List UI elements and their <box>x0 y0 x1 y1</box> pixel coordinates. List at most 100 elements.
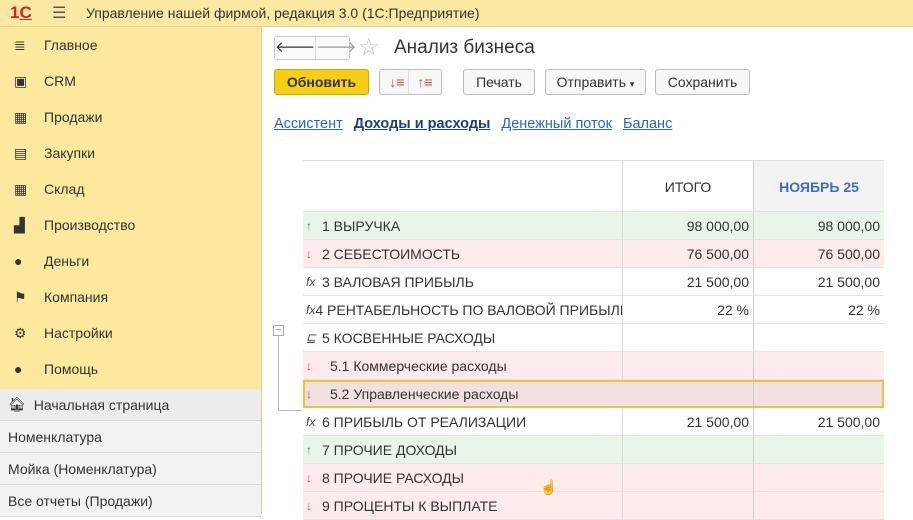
table-row[interactable]: fx 4 РЕНТАБЕЛЬНОСТЬ ПО ВАЛОВОЙ ПРИБЫЛИ 22 … <box>303 296 884 324</box>
forward-arrow-icon[interactable]: 🡒 <box>315 37 356 59</box>
november-cell[interactable] <box>753 380 884 407</box>
total-cell[interactable]: 76 500,00 <box>622 240 753 267</box>
page-title: Анализ бизнеса <box>394 37 535 58</box>
november-cell[interactable]: 21 500,00 <box>753 268 884 295</box>
open-window-item[interactable]: 🏠︎ Начальная страница <box>0 389 261 421</box>
total-cell[interactable] <box>622 380 753 407</box>
favorite-star-icon[interactable]: ☆ <box>358 33 380 62</box>
table-row[interactable]: ↓ 2 СЕБЕСТОИМОСТЬ 76 500,00 76 500,00 <box>303 240 884 268</box>
table-row[interactable]: ↓ 5.1 Коммерческие расходы <box>303 352 884 380</box>
tab-link[interactable]: Баланс <box>623 116 672 132</box>
sidebar-item[interactable]: ● Деньги <box>0 243 261 279</box>
sort-ascending-icon[interactable]: ↑≡ <box>408 69 442 95</box>
back-arrow-icon[interactable]: 🡐 <box>275 37 315 59</box>
total-cell[interactable]: 21 500,00 <box>622 408 753 435</box>
money-icon: ● <box>14 253 23 269</box>
table-row[interactable]: ↑ 7 ПРОЧИЕ ДОХОДЫ <box>303 436 884 464</box>
cart-icon: ▤ <box>14 144 28 161</box>
sidebar-item-label: Настройки <box>44 325 113 341</box>
help-icon: ● <box>14 361 23 377</box>
sidebar-item-label: Производство <box>44 217 136 233</box>
header-total[interactable]: ИТОГО <box>622 161 753 211</box>
list-icon: ≣ <box>14 36 26 53</box>
main-panel: 🡐 🡒 ☆ Анализ бизнеса Обновить ↓≡ ↑≡ Печа… <box>262 27 913 520</box>
tab-link[interactable]: Денежный поток <box>501 116 612 132</box>
total-cell[interactable] <box>622 492 753 519</box>
send-button[interactable]: Отправить ▾ <box>545 69 646 95</box>
table-row[interactable]: fx 3 ВАЛОВАЯ ПРИБЫЛЬ 21 500,00 21 500,00 <box>303 268 884 296</box>
sidebar: ≣ Главное ▣ CRM ▦ Продажи ▤ Закупки ▦ Склад ▟ Произ… <box>0 27 262 517</box>
table-row[interactable]: fx 6 ПРИБЫЛЬ ОТ РЕАЛИЗАЦИИ 21 500,00 21 500… <box>303 408 884 436</box>
open-windows-list: 🏠︎ Начальная страница Номенклатура Мойка (Н… <box>0 389 261 517</box>
tab-link[interactable]: Ассистент <box>274 116 343 132</box>
home-icon: 🏠︎ <box>8 396 26 412</box>
total-cell[interactable] <box>622 352 753 379</box>
menu-icon[interactable]: ☰ <box>52 3 80 23</box>
window-label: Номенклатура <box>8 428 102 445</box>
arrow-down-icon: ↓ <box>306 358 312 373</box>
sidebar-item[interactable]: ▤ Закупки <box>0 135 261 171</box>
table-row[interactable]: ↓ 9 ПРОЦЕНТЫ К ВЫПЛАТЕ <box>303 492 884 520</box>
save-button[interactable]: Сохранить <box>655 69 750 95</box>
arrow-up-icon: ↑ <box>306 218 312 233</box>
row-label: 7 ПРОЧИЕ ДОХОДЫ <box>322 441 458 458</box>
november-cell[interactable] <box>753 436 884 463</box>
total-cell[interactable]: 21 500,00 <box>622 268 753 295</box>
table-row[interactable]: ↓ 5.2 Управленческие расходы <box>303 380 884 408</box>
group-sum-icon: ⊑ <box>306 330 317 345</box>
sidebar-item[interactable]: ▣ CRM <box>0 63 261 99</box>
dropdown-icon: ▾ <box>629 79 635 89</box>
november-cell[interactable] <box>753 324 884 351</box>
refresh-button[interactable]: Обновить <box>274 69 369 95</box>
total-cell[interactable] <box>622 464 753 491</box>
window-label: Все отчеты (Продажи) <box>8 492 153 509</box>
print-button[interactable]: Печать <box>463 69 535 95</box>
header-november[interactable]: НОЯБРЬ 25 <box>753 161 884 211</box>
sidebar-item-label: Помощь <box>44 361 99 377</box>
row-label: 1 ВЫРУЧКА <box>322 217 401 234</box>
table-row[interactable]: ↑ 1 ВЫРУЧКА 98 000,00 98 000,00 <box>303 212 884 240</box>
app-title: Управление нашей фирмой, редакция 3.0 (1… <box>86 5 480 21</box>
arrow-down-icon: ↓ <box>306 386 312 401</box>
tab-link[interactable]: Доходы и расходы <box>354 116 491 132</box>
sidebar-item[interactable]: ⚙ Настройки <box>0 315 261 351</box>
row-label: 6 ПРИБЫЛЬ ОТ РЕАЛИЗАЦИИ <box>322 413 527 430</box>
header-name <box>303 161 622 211</box>
november-cell[interactable]: 22 % <box>753 296 884 323</box>
table-row[interactable]: ⊑ 5 КОСВЕННЫЕ РАСХОДЫ <box>303 324 884 352</box>
warehouse-icon: ▦ <box>14 180 28 197</box>
november-cell[interactable] <box>753 352 884 379</box>
sidebar-item-label: Склад <box>44 181 85 197</box>
table-row[interactable]: ↓ 8 ПРОЧИЕ РАСХОДЫ <box>303 464 884 492</box>
window-label: Начальная страница <box>33 396 170 413</box>
arrow-down-icon: ↓ <box>306 470 312 485</box>
row-label: 5 КОСВЕННЫЕ РАСХОДЫ <box>322 329 496 346</box>
sidebar-item[interactable]: ● Помощь <box>0 351 261 387</box>
sidebar-item[interactable]: ▦ Склад <box>0 171 261 207</box>
open-window-item[interactable]: Все отчеты (Продажи) <box>0 485 261 517</box>
basket-icon: ▦ <box>14 108 28 125</box>
total-cell[interactable]: 22 % <box>622 296 753 323</box>
november-cell[interactable] <box>753 492 884 519</box>
total-cell[interactable] <box>622 436 753 463</box>
total-cell[interactable]: 98 000,00 <box>622 212 753 239</box>
sidebar-item-label: Деньги <box>44 253 90 269</box>
collapse-icon[interactable]: − <box>273 325 284 336</box>
open-window-item[interactable]: Мойка (Номенклатура) <box>0 453 261 485</box>
sidebar-item[interactable]: ▦ Продажи <box>0 99 261 135</box>
november-cell[interactable]: 21 500,00 <box>753 408 884 435</box>
arrow-down-icon: ↓ <box>306 498 312 513</box>
formula-icon: fx <box>306 274 316 289</box>
november-cell[interactable] <box>753 464 884 491</box>
total-cell[interactable] <box>622 324 753 351</box>
open-window-item[interactable]: Номенклатура <box>0 421 261 453</box>
sidebar-item[interactable]: ≣ Главное <box>0 27 261 63</box>
row-label: 4 РЕНТАБЕЛЬНОСТЬ ПО ВАЛОВОЙ ПРИБЫЛИ <box>315 301 622 318</box>
grid-header: ИТОГО НОЯБРЬ 25 <box>303 160 884 212</box>
row-label: 5.1 Коммерческие расходы <box>330 357 507 374</box>
november-cell[interactable]: 76 500,00 <box>753 240 884 267</box>
sidebar-item[interactable]: ⚑ Компания <box>0 279 261 315</box>
report-tabs: Ассистент Доходы и расходы Денежный поток Б… <box>274 116 672 132</box>
november-cell[interactable]: 98 000,00 <box>753 212 884 239</box>
sidebar-item[interactable]: ▟ Производство <box>0 207 261 243</box>
